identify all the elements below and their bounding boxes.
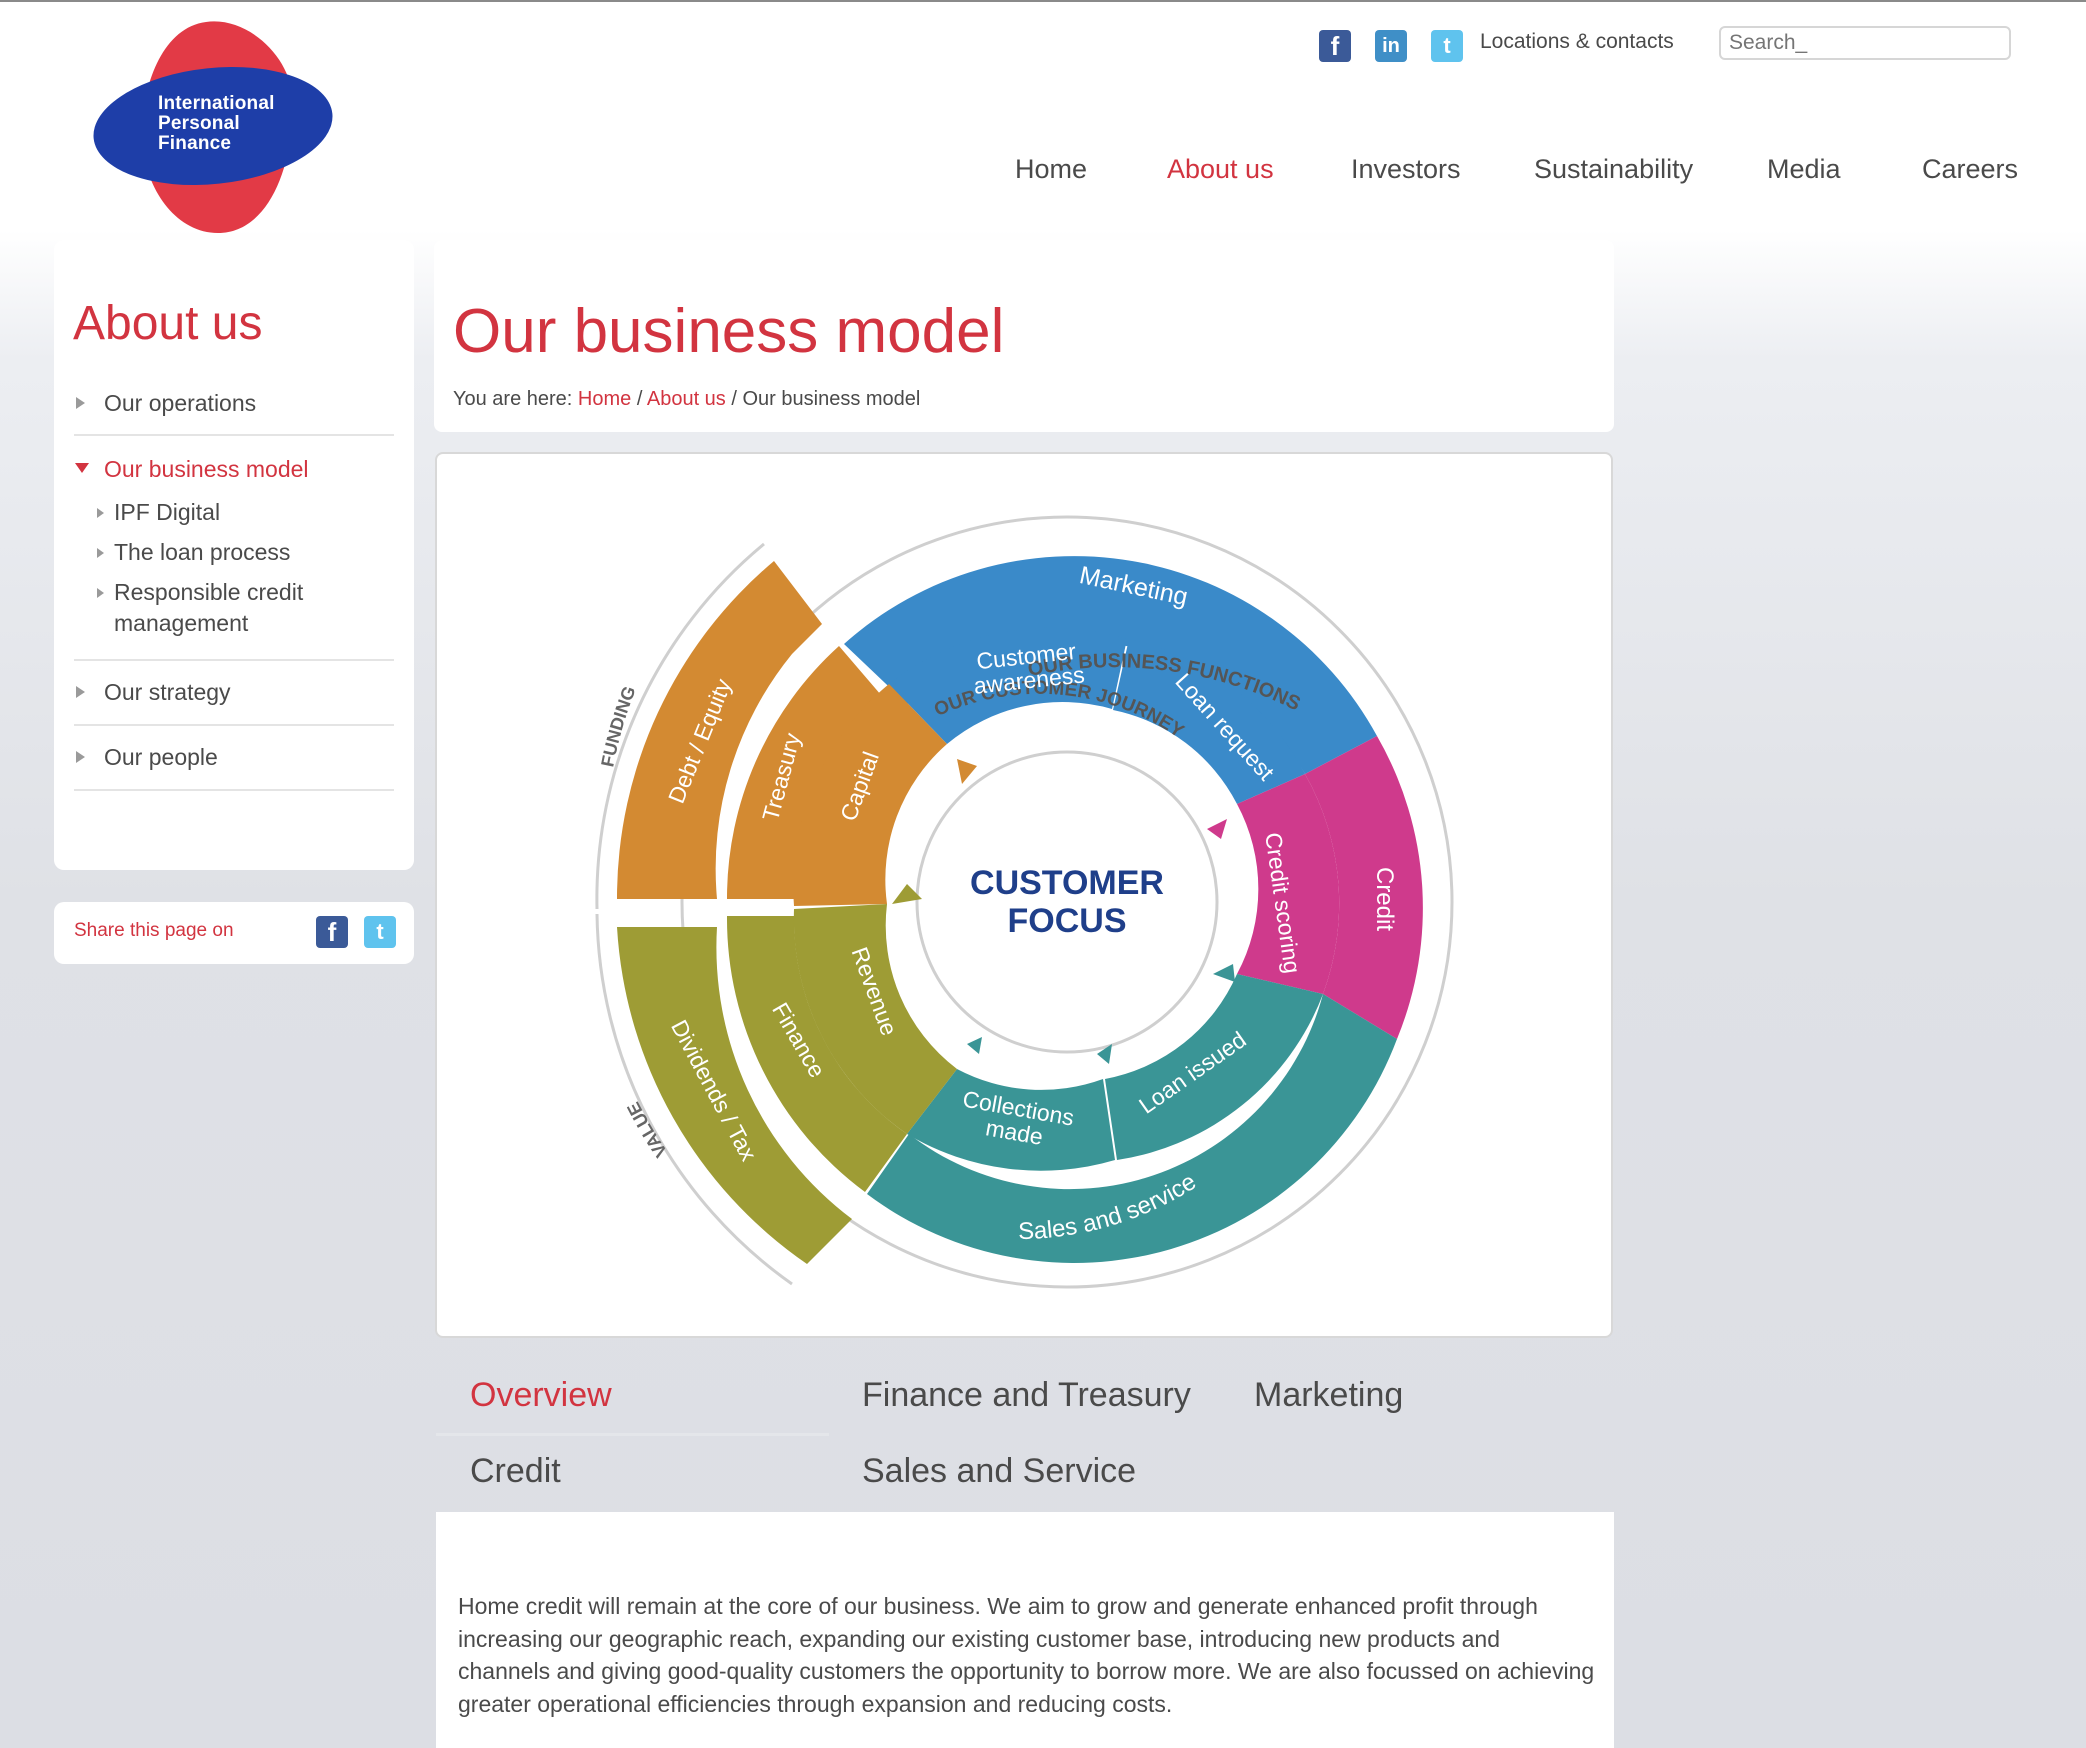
tab-overview-underline [436,1433,829,1436]
label-credit: Credit [1371,867,1398,931]
sidebar-divider [74,789,394,791]
arrow-right-icon [97,508,104,518]
arrow-right-icon [76,751,85,763]
twitter-icon[interactable]: t [1431,30,1463,62]
arrow-down-icon [75,463,89,473]
value-label: VALUE [623,1099,671,1161]
journey-arrow-icon [957,759,977,784]
sidebar-subitem-loan-process[interactable]: The loan process [114,537,290,568]
sidebar-item-our-operations[interactable]: Our operations [104,390,256,417]
tab-finance-treasury[interactable]: Finance and Treasury [862,1376,1191,1415]
arrow-right-icon [97,548,104,558]
tab-marketing[interactable]: Marketing [1254,1376,1403,1415]
linkedin-icon[interactable]: in [1375,30,1407,62]
nav-about-us[interactable]: About us [1167,154,1274,185]
facebook-icon[interactable]: f [316,916,348,948]
center-text-line2: FOCUS [1008,902,1127,940]
breadcrumb-prefix: You are here: [453,388,573,410]
business-model-diagram[interactable]: CUSTOMER FOCUS OUR BUSINESS FUNCTIONS OU… [437,454,1611,1336]
tab-sales-service[interactable]: Sales and Service [862,1452,1136,1491]
nav-sustainability[interactable]: Sustainability [1534,154,1693,185]
sidebar-item-our-people[interactable]: Our people [104,744,218,771]
breadcrumb-separator: / [636,388,643,410]
sidebar-item-our-business-model[interactable]: Our business model [104,456,309,483]
locations-contacts-link[interactable]: Locations & contacts [1480,30,1674,54]
arrow-right-icon [76,397,85,409]
sidebar-subitem-ipf-digital[interactable]: IPF Digital [114,497,220,528]
journey-arrow-icon [1207,819,1227,839]
tab-credit[interactable]: Credit [470,1452,561,1491]
page-title: Our business model [453,297,1005,366]
twitter-icon[interactable]: t [364,916,396,948]
center-text-line1: CUSTOMER [970,864,1164,902]
breadcrumb: You are here: Home / About us / Our busi… [453,388,920,411]
breadcrumb-home[interactable]: Home [578,388,631,410]
sidebar-divider [74,434,394,436]
sidebar-divider [74,659,394,661]
nav-media[interactable]: Media [1767,154,1841,185]
breadcrumb-about[interactable]: About us [647,388,726,410]
search-input[interactable] [1719,26,2011,60]
top-border [0,0,2086,2]
logo-text: International Personal Finance [158,93,275,154]
journey-arrow-icon [1213,964,1235,982]
sidebar-subitem-responsible-credit[interactable]: Responsible credit management [114,577,354,639]
nav-careers[interactable]: Careers [1922,154,2018,185]
sidebar-divider [74,724,394,726]
breadcrumb-current: Our business model [742,388,921,410]
nav-home[interactable]: Home [1015,154,1087,185]
sidebar-item-our-strategy[interactable]: Our strategy [104,679,231,706]
sidebar-title: About us [73,297,263,350]
breadcrumb-separator: / [731,388,737,410]
funding-label: FUNDING [597,683,639,768]
business-model-diagram-panel: CUSTOMER FOCUS OUR BUSINESS FUNCTIONS OU… [435,452,1613,1338]
arrow-right-icon [76,686,85,698]
nav-investors[interactable]: Investors [1351,154,1461,185]
tab-overview[interactable]: Overview [470,1376,612,1415]
share-label: Share this page on [74,920,234,941]
overview-paragraph: Home credit will remain at the core of o… [458,1593,1595,1717]
facebook-icon[interactable]: f [1319,30,1351,62]
arrow-right-icon [97,588,104,598]
